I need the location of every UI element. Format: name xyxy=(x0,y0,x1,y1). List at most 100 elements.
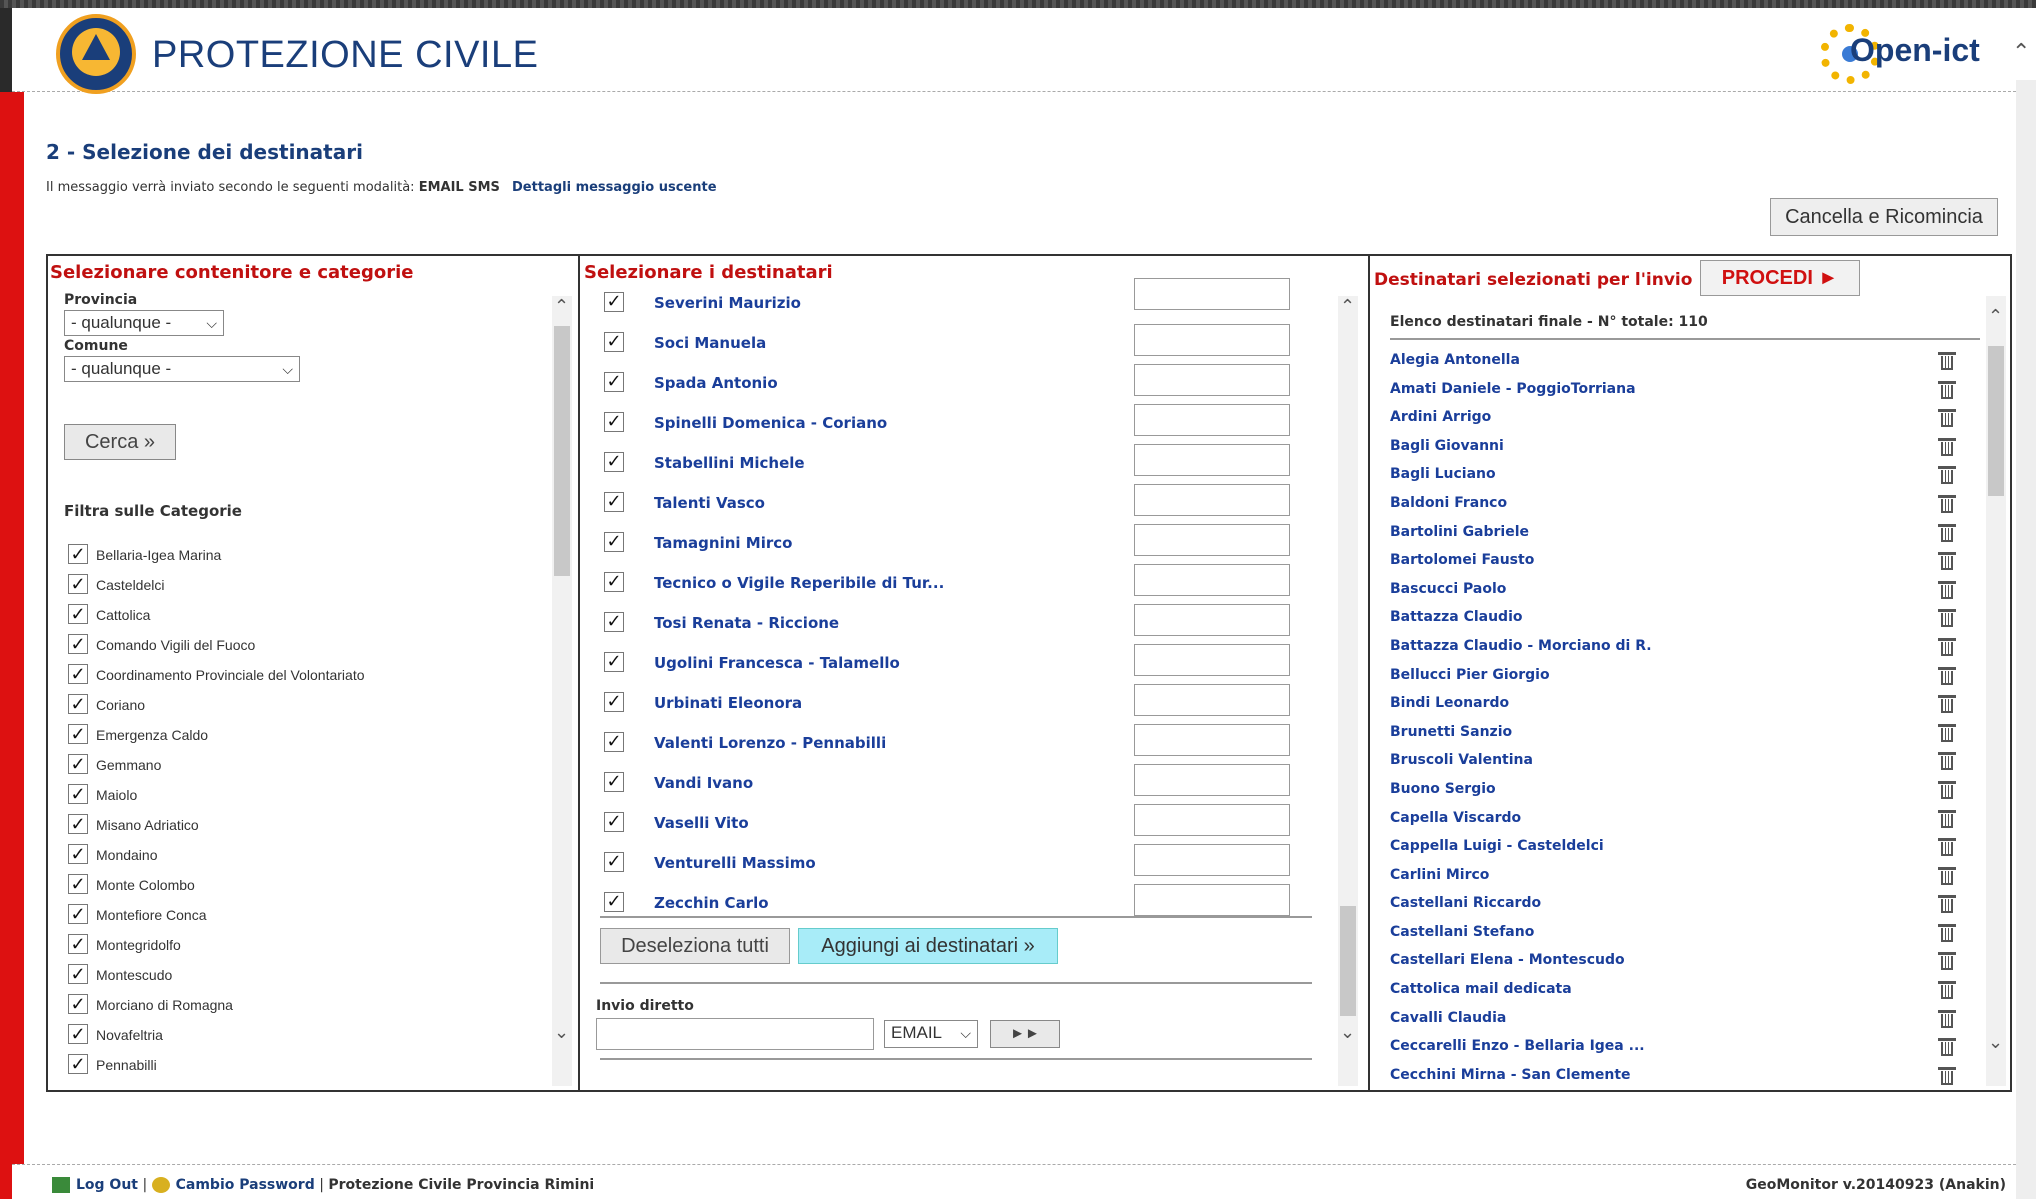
checkbox-checked-icon[interactable]: ✓ xyxy=(68,574,88,594)
trash-icon[interactable] xyxy=(1938,522,1956,544)
scroll-down-icon[interactable]: ⌄ xyxy=(554,1022,569,1043)
page-scrollbar[interactable] xyxy=(2016,80,2036,1199)
category-item[interactable]: ✓ Montescudo xyxy=(68,962,548,992)
checkbox-checked-icon[interactable]: ✓ xyxy=(68,544,88,564)
trash-icon[interactable] xyxy=(1938,607,1956,629)
checkbox-checked-icon[interactable]: ✓ xyxy=(604,852,624,872)
scroll-thumb[interactable] xyxy=(1340,906,1356,1016)
trash-icon[interactable] xyxy=(1938,407,1956,429)
direct-send-button[interactable]: ►► xyxy=(990,1020,1060,1048)
page-scroll-up-icon[interactable]: ⌃ xyxy=(2012,40,2030,65)
cancel-restart-button[interactable]: Cancella e Ricomincia xyxy=(1770,198,1998,236)
recipient-input[interactable] xyxy=(1134,404,1290,436)
category-item[interactable]: ✓ Casteldelci xyxy=(68,572,548,602)
trash-icon[interactable] xyxy=(1938,779,1956,801)
scroll-thumb[interactable] xyxy=(554,326,570,576)
add-recipients-button[interactable]: Aggiungi ai destinatari » xyxy=(798,928,1058,964)
checkbox-checked-icon[interactable]: ✓ xyxy=(604,492,624,512)
trash-icon[interactable] xyxy=(1938,979,1956,1001)
checkbox-checked-icon[interactable]: ✓ xyxy=(68,904,88,924)
category-item[interactable]: ✓ Montefiore Conca xyxy=(68,902,548,932)
checkbox-checked-icon[interactable]: ✓ xyxy=(68,724,88,744)
checkbox-checked-icon[interactable]: ✓ xyxy=(604,332,624,352)
category-item[interactable]: ✓ Montegridolfo xyxy=(68,932,548,962)
checkbox-checked-icon[interactable]: ✓ xyxy=(68,694,88,714)
checkbox-checked-icon[interactable]: ✓ xyxy=(68,964,88,984)
recipient-input[interactable] xyxy=(1134,684,1290,716)
comune-select[interactable]: - qualunque - ⌵ xyxy=(64,356,300,382)
checkbox-checked-icon[interactable]: ✓ xyxy=(68,844,88,864)
recipient-input[interactable] xyxy=(1134,884,1290,916)
checkbox-checked-icon[interactable]: ✓ xyxy=(68,604,88,624)
checkbox-checked-icon[interactable]: ✓ xyxy=(68,1024,88,1044)
proceed-button[interactable]: PROCEDI ► xyxy=(1700,260,1860,296)
deselect-all-button[interactable]: Deseleziona tutti xyxy=(600,928,790,964)
recipient-input[interactable] xyxy=(1134,844,1290,876)
trash-icon[interactable] xyxy=(1938,350,1956,372)
recipient-input[interactable] xyxy=(1134,724,1290,756)
recipient-input[interactable] xyxy=(1134,364,1290,396)
search-button[interactable]: Cerca » xyxy=(64,424,176,460)
scroll-up-icon[interactable]: ⌃ xyxy=(1340,296,1355,317)
direct-send-input[interactable] xyxy=(596,1018,874,1050)
category-item[interactable]: ✓ Morciano di Romagna xyxy=(68,992,548,1022)
trash-icon[interactable] xyxy=(1938,379,1956,401)
trash-icon[interactable] xyxy=(1938,493,1956,515)
checkbox-checked-icon[interactable]: ✓ xyxy=(604,612,624,632)
checkbox-checked-icon[interactable]: ✓ xyxy=(68,874,88,894)
checkbox-checked-icon[interactable]: ✓ xyxy=(68,994,88,1014)
trash-icon[interactable] xyxy=(1938,693,1956,715)
recipient-row[interactable]: ✓ Zecchin Carlo xyxy=(604,884,1314,930)
category-item[interactable]: ✓ Mondaino xyxy=(68,842,548,872)
checkbox-checked-icon[interactable]: ✓ xyxy=(604,812,624,832)
recipient-input[interactable] xyxy=(1134,804,1290,836)
scroll-thumb[interactable] xyxy=(1988,346,2004,496)
recipient-scrollbar[interactable] xyxy=(1338,296,1358,1086)
category-item[interactable]: ✓ Coordinamento Provinciale del Volontari… xyxy=(68,662,548,692)
trash-icon[interactable] xyxy=(1938,464,1956,486)
category-item[interactable]: ✓ Maiolo xyxy=(68,782,548,812)
checkbox-checked-icon[interactable]: ✓ xyxy=(604,692,624,712)
recipient-input[interactable] xyxy=(1134,484,1290,516)
checkbox-checked-icon[interactable]: ✓ xyxy=(604,412,624,432)
checkbox-checked-icon[interactable]: ✓ xyxy=(604,732,624,752)
checkbox-checked-icon[interactable]: ✓ xyxy=(68,934,88,954)
checkbox-checked-icon[interactable]: ✓ xyxy=(604,652,624,672)
checkbox-checked-icon[interactable]: ✓ xyxy=(604,452,624,472)
trash-icon[interactable] xyxy=(1938,1008,1956,1030)
scroll-down-icon[interactable]: ⌄ xyxy=(1340,1022,1355,1043)
provincia-select[interactable]: - qualunque - ⌵ xyxy=(64,310,224,336)
checkbox-checked-icon[interactable]: ✓ xyxy=(68,1054,88,1074)
category-item[interactable]: ✓ Gemmano xyxy=(68,752,548,782)
recipient-input[interactable] xyxy=(1134,278,1290,310)
category-item[interactable]: ✓ Cattolica xyxy=(68,602,548,632)
checkbox-checked-icon[interactable]: ✓ xyxy=(604,772,624,792)
trash-icon[interactable] xyxy=(1938,436,1956,458)
trash-icon[interactable] xyxy=(1938,1065,1956,1087)
trash-icon[interactable] xyxy=(1938,836,1956,858)
category-item[interactable]: ✓ Monte Colombo xyxy=(68,872,548,902)
category-item[interactable]: ✓ Bellaria-Igea Marina xyxy=(68,542,548,572)
checkbox-checked-icon[interactable]: ✓ xyxy=(604,892,624,912)
message-details-link[interactable]: Dettagli messaggio uscente xyxy=(512,180,717,195)
direct-mode-select[interactable]: EMAIL ⌵ xyxy=(884,1020,978,1048)
trash-icon[interactable] xyxy=(1938,808,1956,830)
logout-link[interactable]: Log Out xyxy=(76,1177,138,1193)
trash-icon[interactable] xyxy=(1938,665,1956,687)
selected-scrollbar[interactable] xyxy=(1986,296,2006,1086)
category-item[interactable]: ✓ Comando Vigili del Fuoco xyxy=(68,632,548,662)
trash-icon[interactable] xyxy=(1938,722,1956,744)
checkbox-checked-icon[interactable]: ✓ xyxy=(68,664,88,684)
trash-icon[interactable] xyxy=(1938,636,1956,658)
trash-icon[interactable] xyxy=(1938,922,1956,944)
recipient-input[interactable] xyxy=(1134,604,1290,636)
checkbox-checked-icon[interactable]: ✓ xyxy=(68,634,88,654)
checkbox-checked-icon[interactable]: ✓ xyxy=(604,292,624,312)
checkbox-checked-icon[interactable]: ✓ xyxy=(604,532,624,552)
recipient-input[interactable] xyxy=(1134,644,1290,676)
checkbox-checked-icon[interactable]: ✓ xyxy=(68,754,88,774)
scroll-up-icon[interactable]: ⌃ xyxy=(1988,306,2003,327)
checkbox-checked-icon[interactable]: ✓ xyxy=(604,372,624,392)
checkbox-checked-icon[interactable]: ✓ xyxy=(604,572,624,592)
category-item[interactable]: ✓ Misano Adriatico xyxy=(68,812,548,842)
